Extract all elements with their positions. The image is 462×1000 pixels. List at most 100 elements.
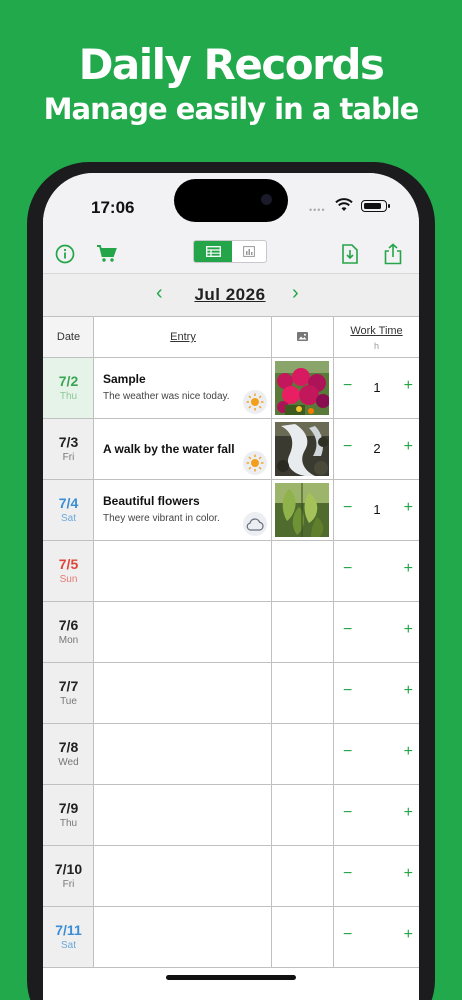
photo-cell[interactable] <box>272 480 334 540</box>
decrement-button[interactable]: − <box>343 499 352 517</box>
increment-button[interactable]: + <box>404 560 413 578</box>
app-screen: 17:06 •••• ‹ Jul 2026 › Date Entry Work … <box>43 173 419 1000</box>
photo-cell[interactable] <box>272 541 334 601</box>
table-row[interactable]: 7/8 Wed − + <box>43 724 419 785</box>
entry-cell[interactable] <box>94 785 272 845</box>
row-date: 7/4 <box>58 495 79 511</box>
increment-button[interactable]: + <box>404 743 413 761</box>
info-circle-icon[interactable] <box>53 242 77 266</box>
leaves-photo <box>275 483 329 537</box>
entry-cell[interactable] <box>94 907 272 967</box>
home-indicator <box>166 975 296 980</box>
header-work-time[interactable]: Work Time <box>334 325 419 337</box>
increment-button[interactable]: + <box>404 438 413 456</box>
header-entry[interactable]: Entry <box>94 331 272 343</box>
entry-cell[interactable] <box>94 663 272 723</box>
decrement-button[interactable]: − <box>343 621 352 639</box>
entry-text: They were vibrant in color. <box>103 513 220 524</box>
table-icon[interactable] <box>194 241 232 262</box>
decrement-button[interactable]: − <box>343 926 352 944</box>
row-date: 7/3 <box>58 434 79 450</box>
increment-button[interactable]: + <box>404 865 413 883</box>
row-date: 7/2 <box>58 373 79 389</box>
entry-cell[interactable] <box>94 541 272 601</box>
row-date: 7/6 <box>58 617 79 633</box>
table-header: Date Entry Work Time h <box>43 316 419 358</box>
entry-title: A walk by the water fall <box>103 442 235 456</box>
table-row[interactable]: 7/5 Sun − + <box>43 541 419 602</box>
photo-cell[interactable] <box>272 907 334 967</box>
work-time-value: 1 <box>373 380 381 395</box>
row-weekday: Sat <box>60 940 76 951</box>
bar-chart-icon[interactable] <box>232 241 266 262</box>
signal-icon: •••• <box>309 205 326 215</box>
increment-button[interactable]: + <box>404 377 413 395</box>
increment-button[interactable]: + <box>404 804 413 822</box>
decrement-button[interactable]: − <box>343 804 352 822</box>
header-date: Date <box>56 331 81 343</box>
increment-button[interactable]: + <box>404 682 413 700</box>
entry-cell[interactable] <box>94 724 272 784</box>
entry-title: Beautiful flowers <box>103 494 200 508</box>
decrement-button[interactable]: − <box>343 377 352 395</box>
photo-cell[interactable] <box>272 724 334 784</box>
battery-icon <box>361 200 390 212</box>
wifi-icon <box>335 198 353 211</box>
decrement-button[interactable]: − <box>343 743 352 761</box>
promo-title: Daily Records <box>78 40 385 89</box>
cart-icon[interactable] <box>95 242 119 266</box>
decrement-button[interactable]: − <box>343 438 352 456</box>
flowers-photo <box>275 361 329 415</box>
increment-button[interactable]: + <box>404 926 413 944</box>
photo-cell[interactable] <box>272 358 334 418</box>
row-weekday: Wed <box>58 757 79 768</box>
entry-cell[interactable]: A walk by the water fall <box>94 419 272 479</box>
row-weekday: Thu <box>59 818 78 829</box>
decrement-button[interactable]: − <box>343 682 352 700</box>
prev-month-button[interactable]: ‹ <box>156 282 163 305</box>
photo-cell[interactable] <box>272 785 334 845</box>
table-row[interactable]: 7/10 Fri − + <box>43 846 419 907</box>
entry-cell[interactable] <box>94 846 272 906</box>
row-weekday: Fri <box>62 452 75 463</box>
row-weekday: Mon <box>58 635 79 646</box>
row-date: 7/10 <box>54 861 83 877</box>
month-label[interactable]: Jul 2026 <box>180 285 280 305</box>
increment-button[interactable]: + <box>404 621 413 639</box>
status-time: 17:06 <box>91 198 135 217</box>
download-file-icon[interactable] <box>338 242 362 266</box>
entry-cell[interactable]: Sample The weather was nice today. <box>94 358 272 418</box>
row-date: 7/8 <box>58 739 79 755</box>
work-time-value: 1 <box>373 502 381 517</box>
photo-cell[interactable] <box>272 663 334 723</box>
row-date: 7/5 <box>58 556 79 572</box>
row-date: 7/7 <box>58 678 79 694</box>
row-weekday: Thu <box>59 391 78 402</box>
photo-cell[interactable] <box>272 846 334 906</box>
share-icon[interactable] <box>381 242 405 266</box>
table-row[interactable]: 7/7 Tue − + <box>43 663 419 724</box>
table-row[interactable]: 7/9 Thu − + <box>43 785 419 846</box>
sun-icon <box>243 451 267 475</box>
image-icon <box>297 332 308 341</box>
photo-cell[interactable] <box>272 419 334 479</box>
table-row[interactable]: 7/4 Sat Beautiful flowers They were vibra… <box>43 480 419 541</box>
entry-cell[interactable]: Beautiful flowers They were vibrant in c… <box>94 480 272 540</box>
next-month-button[interactable]: › <box>292 282 299 305</box>
photo-cell[interactable] <box>272 602 334 662</box>
increment-button[interactable]: + <box>404 499 413 517</box>
decrement-button[interactable]: − <box>343 865 352 883</box>
table-row[interactable]: 7/6 Mon − + <box>43 602 419 663</box>
table-row[interactable]: 7/11 Sat − + <box>43 907 419 968</box>
table-row[interactable]: 7/2 Thu Sample The weather was nice today… <box>43 358 419 419</box>
toolbar <box>43 235 419 273</box>
entry-cell[interactable] <box>94 602 272 662</box>
decrement-button[interactable]: − <box>343 560 352 578</box>
sun-icon <box>243 390 267 414</box>
promo-subtitle: Manage easily in a table <box>43 92 420 126</box>
table-row[interactable]: 7/3 Fri A walk by the water fall − 2 + <box>43 419 419 480</box>
work-time-value: 2 <box>373 441 381 456</box>
status-bar: 17:06 •••• <box>43 173 419 235</box>
view-segmented-control <box>193 240 267 263</box>
month-navigation: ‹ Jul 2026 › <box>43 273 419 316</box>
